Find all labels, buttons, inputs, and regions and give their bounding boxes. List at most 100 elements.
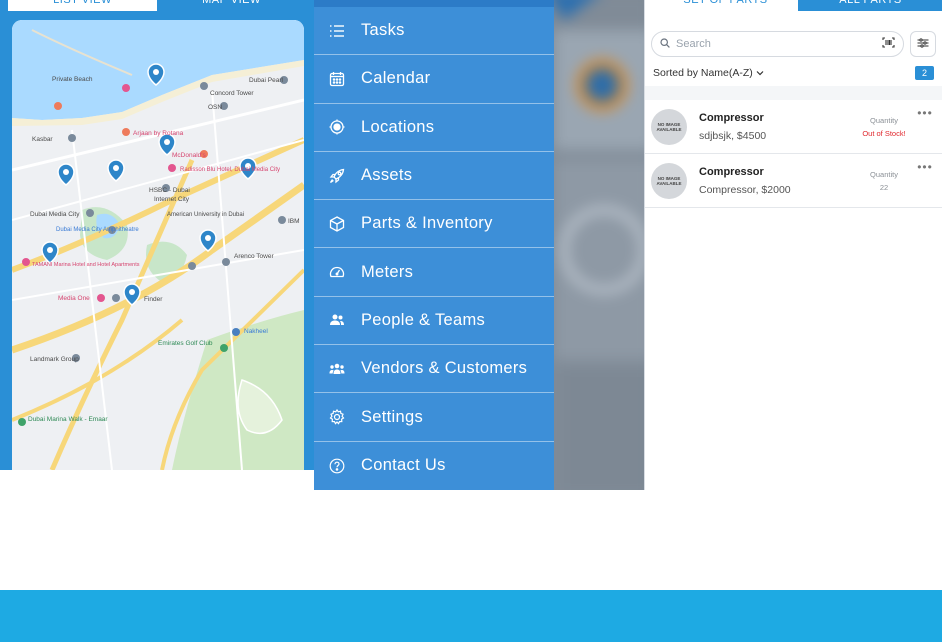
quantity-value: 22 [879,182,889,192]
help-icon [328,457,346,475]
map-label: Arjaan by Rotana [133,130,184,137]
filter-button[interactable] [910,31,936,57]
barcode-scan-icon[interactable] [882,37,895,51]
menu-label: Meters [361,262,414,281]
menu-item-vendors-customers[interactable]: Vendors & Customers [314,345,554,394]
chevron-down-icon [756,67,764,79]
map-label: Dubai Marina Walk - Emaar [28,416,108,423]
tab-map-view[interactable]: MAP VIEW [157,0,306,11]
rocket-icon [328,167,346,185]
map-label: Nakheel [244,328,268,335]
list-icon [328,22,346,40]
menu-label: Vendors & Customers [361,359,528,378]
menu-item-assets[interactable]: Assets [314,152,554,201]
map-label: McDonald's [172,152,207,159]
result-count-badge: 2 [914,66,934,80]
part-name: Compressor [699,165,764,178]
menu-label: Assets [361,166,413,185]
gauge-icon [328,263,346,281]
menu-item-locations[interactable]: Locations [314,104,554,152]
blurred-background [554,0,644,490]
menu-item-parts-inventory[interactable]: Parts & Inventory [314,200,554,249]
parts-toggle: SET OF PARTS ALL PARTS [653,0,942,11]
map-label: Kasbar [32,136,53,143]
menu-label: Settings [361,407,424,426]
sort-row: Sorted by Name(A-Z) 2 [645,60,942,86]
map-label: Emirates Golf Club [158,340,213,347]
list-item[interactable]: NO IMAGE AVAILABLE Compressor sdjbsjk, $… [645,100,942,154]
map-label: Finder [144,296,163,303]
menu-label: Calendar [361,69,431,88]
map-label: IBM [288,218,300,225]
search-row: Search [645,28,942,60]
tab-set-of-parts[interactable]: SET OF PARTS [653,0,798,11]
map-label: Private Beach [52,76,93,83]
sort-label: Sorted by Name(A-Z) [653,67,753,79]
calendar-icon [328,70,346,88]
more-options-icon[interactable]: ••• [914,160,936,174]
drawer-header [314,0,554,7]
tab-all-parts[interactable]: ALL PARTS [798,0,942,11]
map-label: Concord Tower [210,90,254,97]
location-icon [328,118,346,136]
menu-label: Locations [361,117,435,136]
search-input[interactable]: Search [651,31,904,57]
map-label: Media One [58,295,90,302]
no-image-placeholder: NO IMAGE AVAILABLE [651,108,687,145]
menu-label: Contact Us [361,456,446,475]
map-label: HSBC - Dubai [149,187,190,194]
navigation-drawer: Tasks Calendar Locations Assets Parts & [314,0,554,490]
map-screen: LIST VIEW MAP VIEW Private Beach Dubai P… [0,0,314,490]
map-view[interactable]: Private Beach Dubai Pearl Concord Tower … [12,20,304,470]
part-info: Compressor Compressor, $2000 [699,166,854,196]
bottom-banner [0,590,942,642]
menu-item-meters[interactable]: Meters [314,248,554,297]
quantity-label: Quantity [870,169,898,179]
part-info: Compressor sdjbsjk, $4500 [699,112,854,142]
quantity-label: Quantity [870,115,898,125]
map-footer [0,470,314,490]
parts-header: SET OF PARTS ALL PARTS [645,0,942,24]
menu-item-settings[interactable]: Settings [314,393,554,442]
list-spacer [645,86,942,100]
menu-label: Parts & Inventory [361,214,493,233]
more-options-icon[interactable]: ••• [914,106,936,120]
menu-item-people-teams[interactable]: People & Teams [314,297,554,346]
map-label: Landmark Group [30,356,79,363]
map-label: Radisson Blu Hotel, Dubai Media City [180,167,280,173]
map-label: OSN [208,104,222,111]
map-canvas[interactable]: Private Beach Dubai Pearl Concord Tower … [12,20,304,470]
part-subtitle: Compressor, $2000 [699,183,791,196]
search-icon [660,37,670,51]
parts-screen: SET OF PARTS ALL PARTS Search Sorted by … [644,0,942,490]
search-placeholder: Search [676,38,711,50]
part-name: Compressor [699,111,764,124]
menu-item-contact-us[interactable]: Contact Us [314,442,554,490]
quantity-value: Out of Stock! [862,128,906,138]
people-icon [328,311,346,329]
screenshot-stage: LIST VIEW MAP VIEW Private Beach Dubai P… [0,0,942,642]
quantity-column: Quantity 22 [854,170,914,192]
no-image-placeholder: NO IMAGE AVAILABLE [651,162,687,199]
map-label: Arenco Tower [234,253,274,260]
map-label: American University in Dubai [167,212,244,218]
list-item[interactable]: NO IMAGE AVAILABLE Compressor Compressor… [645,154,942,208]
tab-list-view[interactable]: LIST VIEW [8,0,157,11]
menu-label: People & Teams [361,310,486,329]
menu-item-tasks[interactable]: Tasks [314,7,554,56]
map-label: Dubai Pearl [249,77,284,84]
part-subtitle: sdjbsjk, $4500 [699,129,767,142]
map-label: Internet City [154,196,190,203]
filter-icon [917,35,929,53]
sort-dropdown[interactable]: Sorted by Name(A-Z) [653,67,764,79]
gear-icon [328,408,346,426]
blurred-content [554,0,644,490]
quantity-column: Quantity Out of Stock! [854,116,914,138]
map-label: Dubai Media City Amphitheatre [56,227,139,233]
view-toggle: LIST VIEW MAP VIEW [8,0,306,11]
map-label: TAMANI Marina Hotel and Hotel Apartments [32,262,140,268]
group-icon [328,360,346,378]
menu-label: Tasks [361,21,405,40]
cube-icon [328,215,346,233]
menu-item-calendar[interactable]: Calendar [314,55,554,104]
